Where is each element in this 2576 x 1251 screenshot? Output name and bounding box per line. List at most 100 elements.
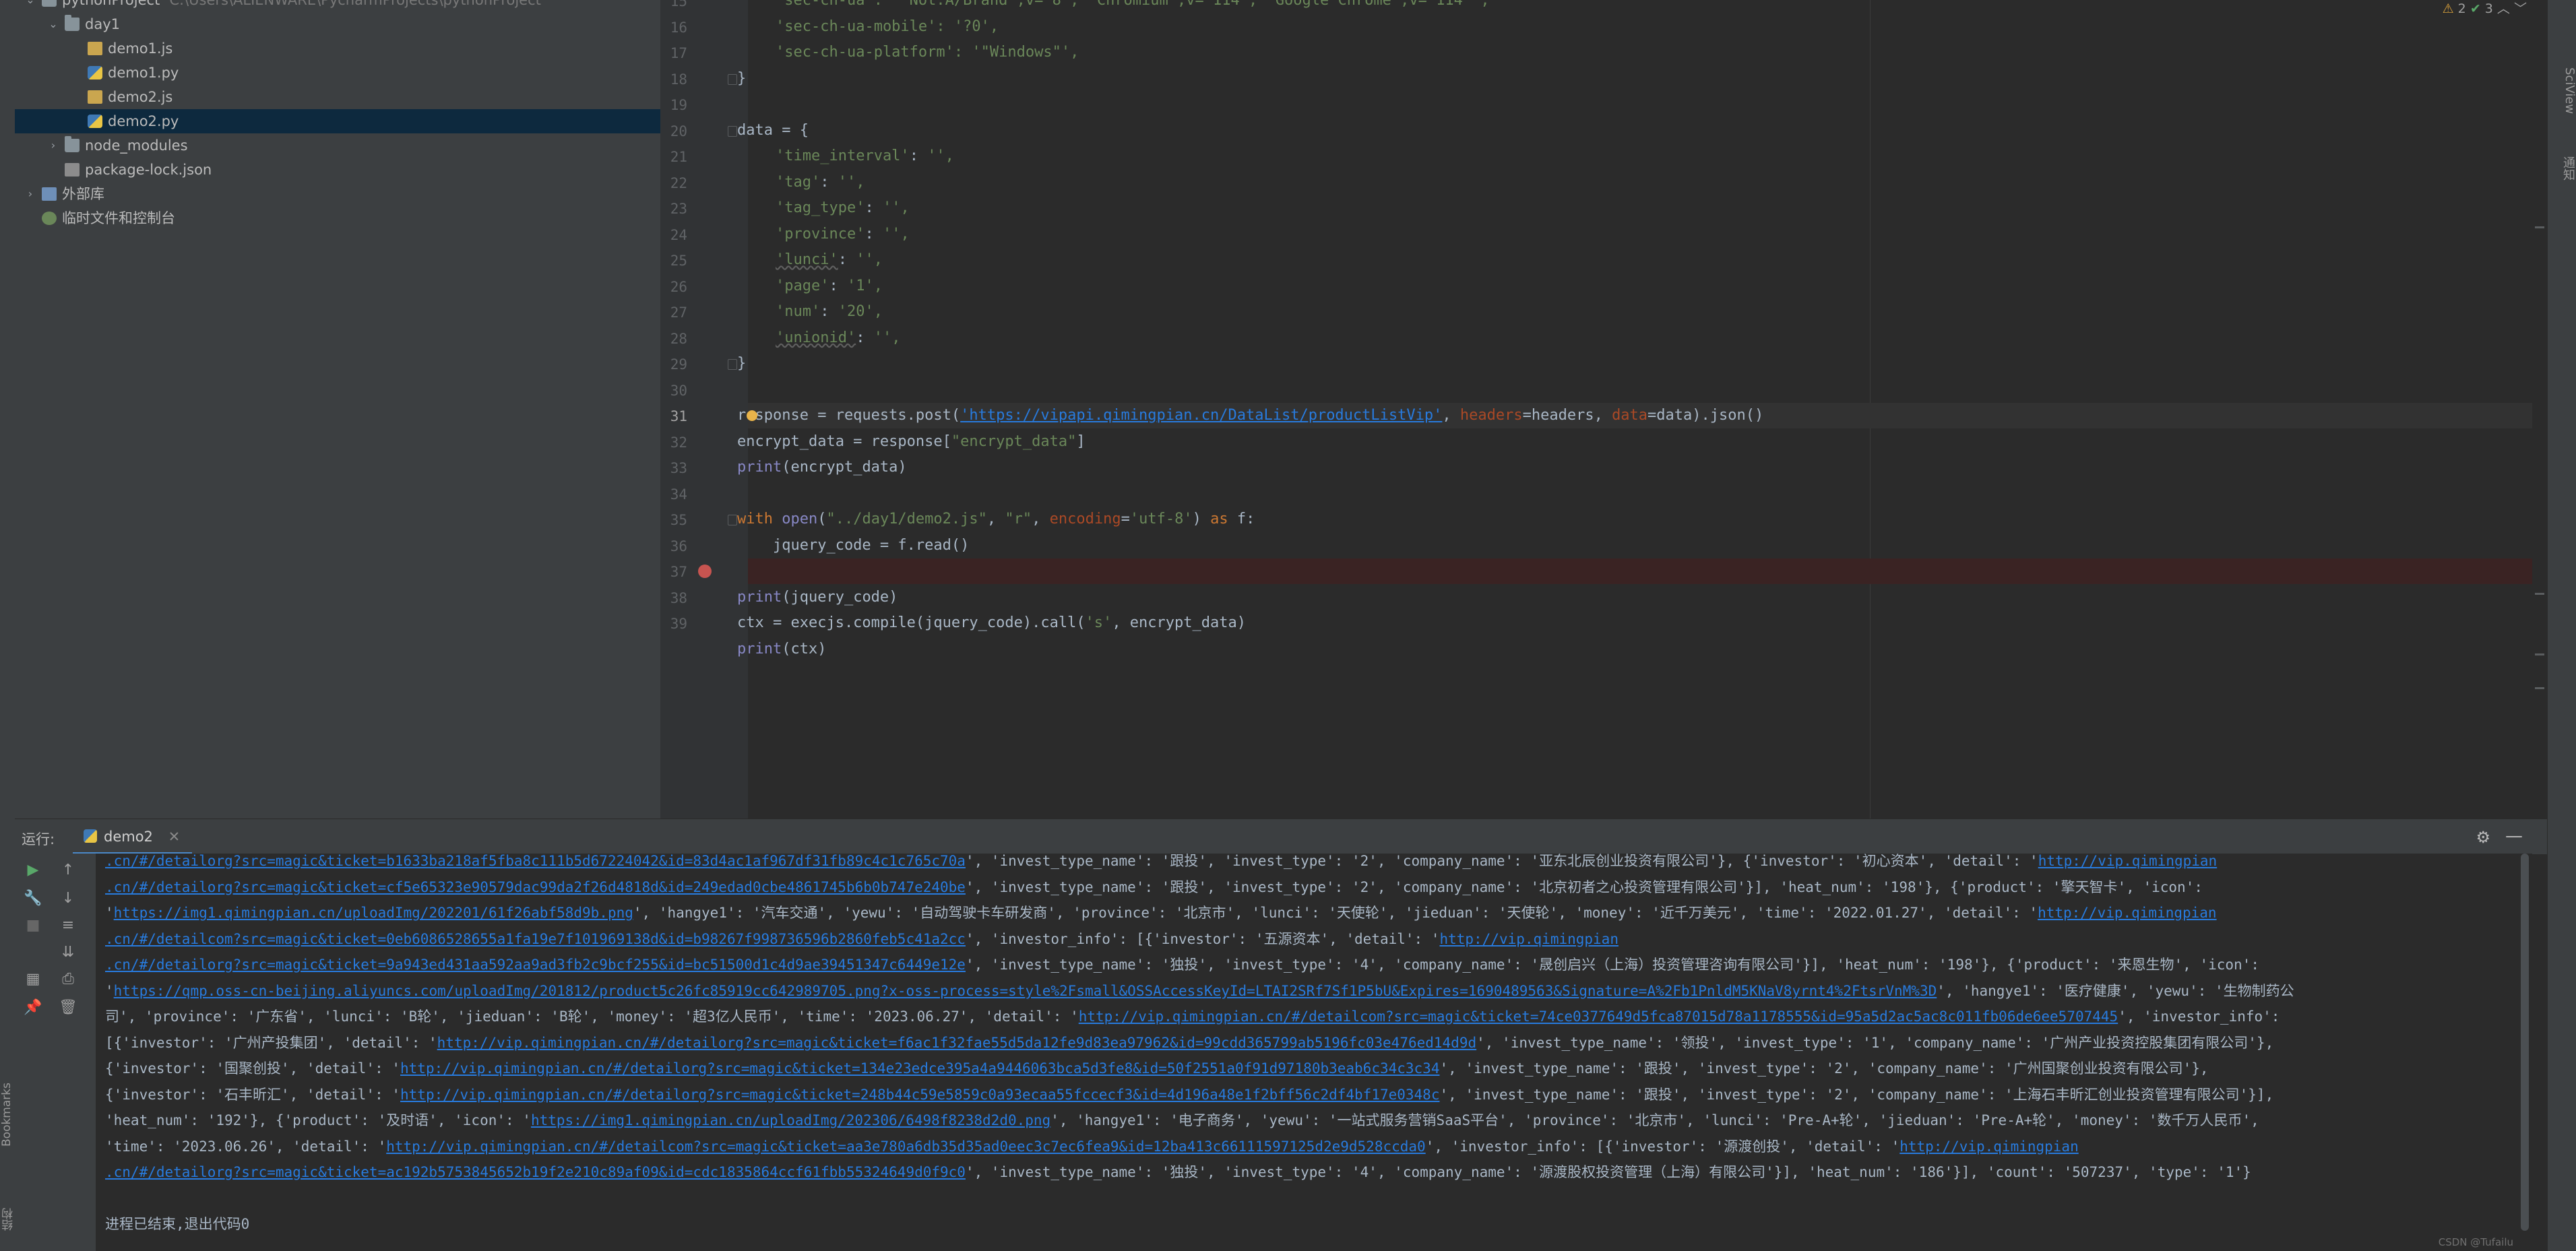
console-link[interactable]: http://vip.qimingpian [1899, 1138, 2079, 1155]
code-line[interactable]: 'sec-ch-ua-platform': '"Windows"', [776, 40, 1079, 65]
code-line[interactable]: 'page': '1', [776, 274, 883, 299]
line-number: 23 [670, 201, 687, 217]
code-line[interactable]: 'lunci': '', [776, 247, 883, 273]
code-line[interactable]: 'sec-ch-ua-mobile': '?0', [776, 14, 999, 40]
structure-tool-tab[interactable]: 结构 [0, 1199, 15, 1240]
editor-scrollbar[interactable] [2532, 0, 2547, 819]
code-token: : [820, 303, 838, 320]
console-link[interactable]: https://qmp.oss-cn-beijing.aliyuncs.com/… [114, 983, 1937, 999]
code-line[interactable]: 'sec-ch-ua': '"Not.A/Brand";v="8", "Chro… [776, 0, 1490, 13]
inspection-widget[interactable]: ⚠ 2 ✔ 3 ︿ ﹀ [2443, 0, 2527, 18]
code-line[interactable]: response = requests.post('https://vipapi… [737, 403, 1763, 428]
fold-marker-icon[interactable] [728, 125, 737, 137]
tree-item[interactable]: 临时文件和控制台 [15, 206, 660, 230]
arrow-down-icon[interactable]: ↓ [57, 887, 80, 910]
chevron-down-icon[interactable]: ﹀ [2514, 1, 2527, 16]
console-link[interactable]: https://img1.qimingpian.cn/uploadImg/202… [531, 1112, 1050, 1128]
lightbulb-icon[interactable] [747, 410, 757, 421]
fold-marker-icon[interactable] [728, 73, 737, 85]
scroll-to-end-icon[interactable]: ⇊ [57, 941, 80, 964]
code-line[interactable]: ctx = execjs.compile(jquery_code).call('… [737, 610, 1246, 636]
console-text: ', 'hangye1': '汽车交通', 'yewu': '自动驾驶卡车研发商… [633, 905, 2038, 921]
pin-icon[interactable]: 📌 [22, 996, 44, 1019]
tree-item[interactable]: ⌄ day1 [15, 12, 660, 36]
chevron-down-icon[interactable]: ⌄ [24, 0, 36, 6]
bookmarks-tool-tab[interactable]: Bookmarks [0, 1078, 15, 1152]
code-token: 'unionid' [776, 329, 856, 346]
minimize-icon[interactable]: — [2505, 826, 2523, 846]
console-link[interactable]: .cn/#/detailcom?src=magic&ticket=0eb6086… [105, 931, 966, 947]
line-number: 31 [670, 408, 687, 424]
console-link[interactable]: http://vip.qimingpian.cn/#/detailcom?src… [386, 1138, 1425, 1155]
code-line[interactable]: encrypt_data = response["encrypt_data"] [737, 429, 1086, 455]
console-link[interactable]: http://vip.qimingpian [1439, 931, 1619, 947]
code-token: : [838, 251, 856, 268]
code-line[interactable]: print(jquery_code) [737, 585, 898, 610]
chevron-right-icon[interactable]: › [47, 139, 59, 152]
console-link[interactable]: https://img1.qimingpian.cn/uploadImg/202… [114, 905, 633, 921]
gear-icon[interactable]: ⚙ [2476, 828, 2490, 847]
code-token: ] [1076, 432, 1086, 450]
code-line[interactable]: 'num': '20', [776, 299, 883, 325]
console-link[interactable]: http://vip.qimingpian.cn/#/detailorg?src… [400, 1060, 1439, 1077]
console-link[interactable]: http://vip.qimingpian [2038, 854, 2218, 869]
code-token: 'tag' [776, 173, 821, 191]
code-line[interactable]: 'unionid': '', [776, 325, 900, 351]
console-link[interactable]: .cn/#/detailorg?src=magic&ticket=b1633ba… [105, 854, 966, 869]
tree-item[interactable]: demo2.js [15, 85, 660, 109]
trash-icon[interactable]: 🗑 [57, 996, 80, 1019]
code-line[interactable]: } [737, 351, 746, 377]
console-link[interactable]: http://vip.qimingpian.cn/#/detailorg?src… [437, 1035, 1476, 1051]
code-line[interactable]: data = { [737, 118, 809, 143]
editor-gutter[interactable]: 15 16 17 18 19 20 21 22 23 24 25 26 27 28 29 30 31 32 33 34… [660, 0, 748, 819]
layout-icon[interactable]: ▦ [22, 968, 44, 991]
js-icon [88, 90, 102, 104]
console-scrollbar[interactable] [2517, 854, 2532, 1251]
tree-item[interactable]: package-lock.json [15, 158, 660, 182]
code-line[interactable]: print(ctx) [737, 637, 826, 662]
tree-item[interactable]: demo1.py [15, 61, 660, 85]
code-line[interactable]: print(encrypt_data) [737, 455, 907, 480]
code-line[interactable]: with open("../day1/demo2.js", "r", encod… [737, 507, 1255, 532]
line-number: 24 [670, 226, 687, 243]
wrench-icon[interactable]: 🔧 [22, 887, 44, 910]
code-line[interactable]: 'province': '', [776, 222, 910, 247]
tree-item[interactable]: › 外部库 [15, 182, 660, 206]
code-line[interactable]: jquery_code = f.read() [737, 533, 969, 558]
code-token: : [820, 173, 838, 191]
console-output[interactable]: .cn/#/detailorg?src=magic&ticket=b1633ba… [96, 854, 2532, 1251]
console-scroll-thumb[interactable] [2521, 854, 2529, 1231]
close-icon[interactable]: ✕ [168, 829, 181, 845]
breakpoint-icon[interactable] [698, 565, 712, 578]
notifications-tool-tab[interactable]: 通知 [2548, 145, 2576, 192]
chevron-up-icon[interactable]: ︿ [2497, 1, 2510, 16]
sciview-tool-tab[interactable]: SciView [2548, 54, 2576, 128]
run-tab-demo2[interactable]: demo2 ✕ [73, 819, 193, 854]
code-editor[interactable]: 15 16 17 18 19 20 21 22 23 24 25 26 27 28 29 30 31 32 33 34… [660, 0, 2547, 819]
code-token: 'time_interval' [776, 148, 910, 164]
tree-item[interactable]: ⌄ pythonProjectC:\Users\ALIENWARE\Pycharm… [15, 0, 660, 12]
code-line[interactable]: 'tag': '', [776, 170, 865, 195]
code-line[interactable]: } [737, 66, 746, 92]
stop-icon[interactable]: ■ [22, 914, 44, 937]
fold-marker-icon[interactable] [728, 515, 737, 525]
code-line[interactable]: 'time_interval': '', [776, 143, 954, 169]
soft-wrap-icon[interactable]: ≡ [57, 914, 80, 937]
rerun-icon[interactable]: ▶ [22, 859, 44, 882]
tree-item[interactable]: demo1.js [15, 36, 660, 61]
console-link[interactable]: .cn/#/detailorg?src=magic&ticket=9a943ed… [105, 957, 966, 973]
console-link[interactable]: http://vip.qimingpian.cn/#/detailorg?src… [400, 1087, 1439, 1103]
console-link[interactable]: .cn/#/detailorg?src=magic&ticket=ac192b5… [105, 1164, 966, 1180]
console-link[interactable]: http://vip.qimingpian.cn/#/detailcom?src… [1079, 1008, 2118, 1025]
tree-item[interactable]: › node_modules [15, 133, 660, 158]
code-line[interactable]: 'tag_type': '', [776, 195, 910, 221]
console-link[interactable]: .cn/#/detailorg?src=magic&ticket=cf5e653… [105, 879, 966, 895]
print-icon[interactable]: ⎙ [57, 968, 80, 991]
arrow-up-icon[interactable]: ↑ [57, 859, 80, 882]
chevron-right-icon[interactable]: › [24, 188, 36, 200]
line-number: 22 [670, 174, 687, 191]
console-link[interactable]: http://vip.qimingpian [2038, 905, 2217, 921]
tree-item[interactable]: demo2.py [15, 109, 660, 133]
fold-marker-icon[interactable] [728, 359, 737, 370]
chevron-down-icon[interactable]: ⌄ [47, 18, 59, 30]
